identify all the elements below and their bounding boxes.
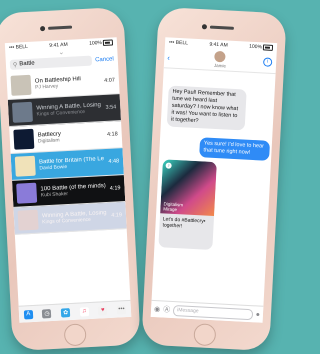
album-thumbnail [10, 74, 32, 96]
card-caption: Let's do #Battlecry• together! [162, 216, 206, 230]
speaker-grille [209, 25, 234, 30]
music-icon[interactable]: ♫ [79, 306, 89, 317]
photos-icon[interactable]: ✿ [60, 307, 71, 318]
album-thumbnail [13, 128, 35, 150]
battery-icon [102, 39, 114, 46]
microphone-icon[interactable]: ● [256, 311, 261, 318]
results-list: On Battleship Hill PJ Harvey 4:07 Winning A… [6, 67, 127, 235]
recents-icon[interactable]: ◷ [42, 308, 52, 319]
song-duration: 4:48 [108, 158, 120, 165]
song-duration: 4:19 [111, 212, 123, 219]
home-button[interactable] [193, 323, 217, 347]
result-meta: Winning A Battle, Losing T...Kings of Co… [36, 102, 102, 117]
carrier-label: ••• BELL [8, 43, 29, 51]
home-button[interactable] [63, 323, 87, 347]
result-meta: Winning A Battle, Losing T...Kings of Co… [42, 210, 108, 225]
music-search-screen: ••• BELL 9:41 AM 100% ⌄ ⚲ Battle Cancel … [4, 37, 132, 323]
right-phone: ••• BELL 9:41 AM 100% ‹ Jamie i Hey Paul… [141, 6, 287, 352]
search-input[interactable]: ⚲ Battle [9, 55, 93, 70]
album-thumbnail [16, 182, 38, 204]
message-bubble-incoming: Hey Paul! Remember that tune we heard la… [166, 85, 247, 131]
compose-bar: ◉ Ⓐ iMessage ● [150, 299, 264, 323]
camera-icon[interactable]: ◉ [154, 305, 161, 313]
heart-icon[interactable]: ♥ [98, 305, 108, 316]
message-input[interactable]: iMessage [172, 304, 254, 320]
speaker-grille [48, 25, 73, 30]
album-thumbnail [11, 101, 33, 123]
time-label: 9:41 AM [209, 41, 228, 49]
album-art: ♪ Digitalism Mirage [160, 159, 217, 217]
result-meta: Battlecry Digitalism [38, 129, 104, 144]
song-duration: 4:07 [104, 77, 116, 84]
search-icon: ⚲ [12, 61, 18, 69]
song-duration: 4:18 [106, 131, 118, 138]
cancel-button[interactable]: Cancel [95, 56, 114, 63]
song-duration: 3:54 [105, 104, 117, 111]
front-camera [201, 24, 208, 30]
result-row[interactable]: Winning A Battle, Losing T...Kings of Co… [13, 202, 127, 235]
battery-label: 100% [88, 40, 103, 47]
battery-label: 100% [249, 43, 263, 51]
app-store-icon[interactable]: A [23, 309, 34, 319]
chevron-down-icon: ⌄ [58, 49, 65, 57]
result-meta: Battle for Britain (The Letter) David Bow… [39, 156, 105, 171]
result-meta: On Battleship Hill PJ Harvey [35, 75, 101, 90]
front-camera [39, 25, 46, 32]
app-tray: A ◷ ✿ ♫ ♥ ••• [18, 299, 132, 323]
search-query: Battle [19, 60, 35, 68]
album-thumbnail [14, 155, 36, 177]
album-thumbnail [17, 209, 39, 231]
app-drawer-icon[interactable]: Ⓐ [163, 305, 171, 315]
album-art-label: Digitalism Mirage [163, 201, 183, 212]
result-meta: 100 Battle (of the minds) Kubi Shaker [40, 183, 106, 198]
music-app-icon: ♪ [165, 162, 172, 169]
carrier-label: ••• BELL [168, 39, 189, 47]
battery-icon [262, 44, 274, 51]
shared-song-card[interactable]: ♪ Digitalism Mirage Let's do #Battlecry•… [158, 159, 217, 251]
conversation-header: ‹ Jamie i [163, 47, 277, 75]
messages-screen: ••• BELL 9:41 AM 100% ‹ Jamie i Hey Paul… [150, 37, 278, 323]
left-phone: ••• BELL 9:41 AM 100% ⌄ ⚲ Battle Cancel … [0, 6, 141, 352]
avatar[interactable] [214, 50, 226, 63]
time-label: 9:41 AM [49, 41, 68, 49]
song-duration: 4:19 [109, 185, 121, 192]
message-bubble-outgoing: Yes sure! I'd love to hear that tune rig… [199, 137, 271, 161]
dots-icon[interactable]: ••• [116, 304, 127, 315]
